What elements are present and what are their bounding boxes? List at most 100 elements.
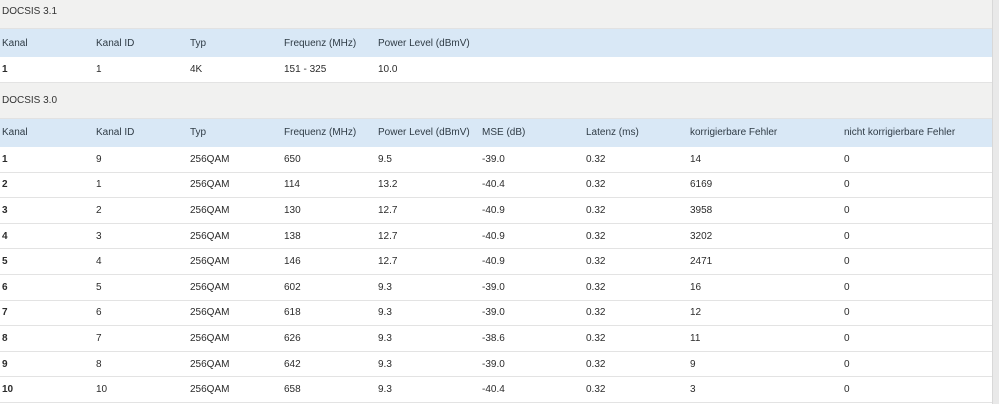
table-row: 1 9 256QAM 650 9.5 -39.0 0.32 14 0 — [0, 147, 993, 173]
channel-number-cell: 1 — [2, 63, 8, 75]
table-cell: 9 — [690, 358, 696, 370]
table-row: 7 6 256QAM 618 9.3 -39.0 0.32 12 0 — [0, 300, 993, 326]
table-cell: 8 — [96, 358, 102, 370]
table-cell: 16 — [690, 281, 702, 293]
table-cell: 6169 — [690, 179, 713, 191]
table-cell: 0 — [844, 384, 850, 396]
channel-info-page: DOCSIS 3.1 Kanal Kanal ID Typ Frequenz (MHz… — [0, 0, 993, 404]
table-cell: 0.32 — [586, 332, 606, 344]
table-cell: 3 — [690, 384, 696, 396]
column-header: nicht korrigierbare Fehler — [844, 127, 956, 138]
table-cell: 3202 — [690, 230, 713, 242]
table-row: 6 5 256QAM 602 9.3 -39.0 0.32 16 0 — [0, 274, 993, 301]
table-cell: 146 — [284, 256, 301, 268]
table-cell: 0 — [844, 179, 850, 191]
channel-number-cell: 9 — [2, 358, 8, 370]
table-row: 5 4 256QAM 146 12.7 -40.9 0.32 2471 0 — [0, 249, 993, 275]
table-cell: 0.32 — [586, 358, 606, 370]
table-row: 2 1 256QAM 114 13.2 -40.4 0.32 6169 0 — [0, 172, 993, 198]
table-cell-empty — [688, 57, 842, 82]
table-cell: 256QAM — [190, 281, 230, 293]
table-cell: 1 — [96, 63, 102, 75]
table-cell: 0 — [844, 332, 850, 344]
table-cell: 138 — [284, 230, 301, 242]
table-cell: 3 — [96, 230, 102, 242]
table-row: 8 7 256QAM 626 9.3 -38.6 0.32 11 0 — [0, 326, 993, 352]
table-cell: 6 — [96, 307, 102, 319]
table-cell: -40.4 — [482, 179, 505, 191]
table-cell: 0 — [844, 204, 850, 216]
table-cell: 5 — [96, 281, 102, 293]
table-cell: 256QAM — [190, 358, 230, 370]
table-cell: 9.3 — [378, 358, 392, 370]
table-cell: -40.9 — [482, 204, 505, 216]
table-cell: -39.0 — [482, 153, 505, 165]
table-row: 10 10 256QAM 658 9.3 -40.4 0.32 3 0 — [0, 377, 993, 403]
channel-number-cell: 2 — [2, 179, 8, 191]
table-cell: 0 — [844, 256, 850, 268]
table-cell: 256QAM — [190, 307, 230, 319]
table-cell: 256QAM — [190, 332, 230, 344]
table-cell: 618 — [284, 307, 301, 319]
table-cell: 0.32 — [586, 256, 606, 268]
column-header: MSE (dB) — [482, 127, 526, 138]
table-cell: 9 — [96, 153, 102, 165]
table-cell: 626 — [284, 332, 301, 344]
column-header: Typ — [190, 127, 207, 138]
table-row: 9 8 256QAM 642 9.3 -39.0 0.32 9 0 — [0, 351, 993, 377]
column-header: korrigierbare Fehler — [690, 127, 778, 138]
table-row: 3 2 256QAM 130 12.7 -40.9 0.32 3958 0 — [0, 198, 993, 224]
section-title-docsis31: DOCSIS 3.1 — [0, 0, 993, 29]
table-cell: 256QAM — [190, 256, 230, 268]
column-header: Power Level (dBmV) — [378, 37, 470, 49]
table-cell: 9.3 — [378, 281, 392, 293]
table-cell: 9.3 — [378, 332, 392, 344]
column-header-empty — [842, 29, 993, 57]
table-cell: -38.6 — [482, 332, 505, 344]
table-cell: 0.32 — [586, 204, 606, 216]
table-cell: 0 — [844, 358, 850, 370]
table-cell: 12 — [690, 307, 702, 319]
channel-number-cell: 1 — [2, 153, 8, 165]
table-cell: 12.7 — [378, 256, 398, 268]
table-cell: 14 — [690, 153, 702, 165]
table-cell: 9.3 — [378, 384, 392, 396]
column-header: Latenz (ms) — [586, 127, 639, 138]
table-cell: 0.32 — [586, 230, 606, 242]
table-cell: 650 — [284, 153, 301, 165]
table-cell: 0.32 — [586, 153, 606, 165]
column-header: Kanal — [2, 127, 28, 138]
table-cell: -40.4 — [482, 384, 505, 396]
table-cell: -39.0 — [482, 281, 505, 293]
table-cell: 130 — [284, 204, 301, 216]
table-cell: 256QAM — [190, 153, 230, 165]
table-cell: 642 — [284, 358, 301, 370]
column-header: Kanal ID — [96, 37, 135, 49]
table-cell: 602 — [284, 281, 301, 293]
table-cell: 658 — [284, 384, 301, 396]
column-header: Frequenz (MHz) — [284, 127, 357, 138]
vertical-scrollbar[interactable] — [992, 0, 999, 404]
column-header: Power Level (dBmV) — [378, 127, 470, 138]
table-cell: 0 — [844, 153, 850, 165]
table-cell: 114 — [284, 179, 300, 191]
channel-number-cell: 10 — [2, 384, 14, 396]
table-cell: 0.32 — [586, 307, 606, 319]
table-cell: 256QAM — [190, 384, 230, 396]
table-cell: 9.3 — [378, 307, 392, 319]
table-header-row: Kanal Kanal ID Typ Frequenz (MHz) Power Leve… — [0, 29, 993, 57]
channel-number-cell: 8 — [2, 332, 8, 344]
channel-number-cell: 3 — [2, 204, 8, 216]
table-cell: 7 — [96, 332, 102, 344]
table-cell: 151 - 325 — [284, 63, 327, 75]
channel-number-cell: 5 — [2, 256, 8, 268]
table-cell: 0 — [844, 307, 850, 319]
table-cell: 2471 — [690, 256, 713, 268]
column-header-empty — [584, 29, 688, 57]
table-cell: -39.0 — [482, 307, 505, 319]
channel-number-cell: 6 — [2, 281, 8, 293]
table-row: 4 3 256QAM 138 12.7 -40.9 0.32 3202 0 — [0, 223, 993, 249]
table-cell: 2 — [96, 204, 102, 216]
table-cell: 0 — [844, 281, 850, 293]
table-cell: 0.32 — [586, 179, 606, 191]
